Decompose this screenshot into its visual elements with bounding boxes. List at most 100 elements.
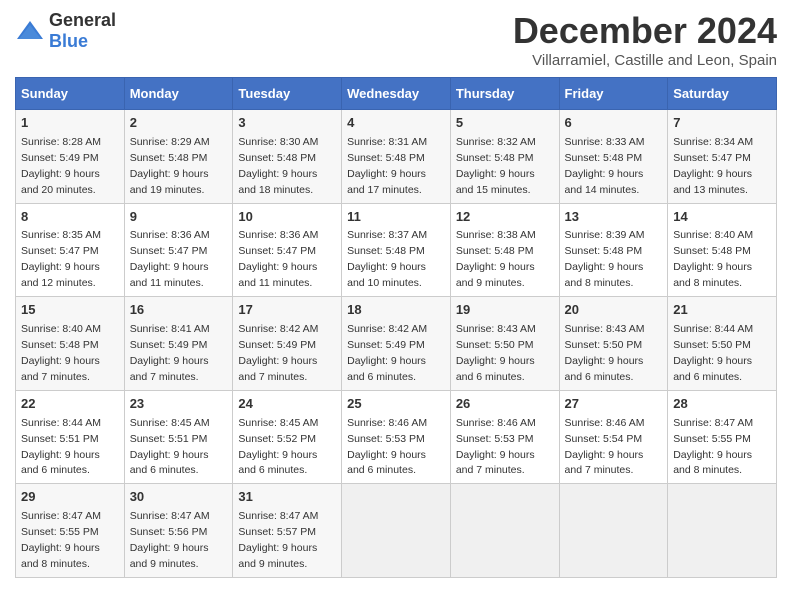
cell-info-line: and 7 minutes. <box>21 371 90 383</box>
calendar-cell: 29Sunrise: 8:47 AMSunset: 5:55 PMDayligh… <box>16 484 125 578</box>
cell-info-line: Daylight: 9 hours <box>238 168 317 180</box>
cell-info-line: and 6 minutes. <box>673 371 742 383</box>
cell-info-line: Sunset: 5:48 PM <box>347 152 425 164</box>
cell-info-line: Sunrise: 8:33 AM <box>565 136 645 148</box>
cell-info-line: Sunset: 5:48 PM <box>456 245 534 257</box>
cell-info-line: Sunset: 5:48 PM <box>673 245 751 257</box>
cell-info-line: Daylight: 9 hours <box>21 261 100 273</box>
cell-info-line: and 6 minutes. <box>21 464 90 476</box>
cell-info-line: Daylight: 9 hours <box>130 261 209 273</box>
cell-info-line: Sunset: 5:48 PM <box>456 152 534 164</box>
day-number: 19 <box>456 301 554 320</box>
day-number: 11 <box>347 208 445 227</box>
cell-info-line: Daylight: 9 hours <box>347 355 426 367</box>
calendar-cell: 3Sunrise: 8:30 AMSunset: 5:48 PMDaylight… <box>233 110 342 204</box>
cell-info-line: Daylight: 9 hours <box>21 168 100 180</box>
cell-info-line: Sunset: 5:48 PM <box>238 152 316 164</box>
day-number: 29 <box>21 488 119 507</box>
day-number: 23 <box>130 395 228 414</box>
calendar-cell: 14Sunrise: 8:40 AMSunset: 5:48 PMDayligh… <box>668 203 777 297</box>
cell-info-line: Sunset: 5:53 PM <box>347 433 425 445</box>
week-row-5: 29Sunrise: 8:47 AMSunset: 5:55 PMDayligh… <box>16 484 777 578</box>
cell-info-line: Sunset: 5:47 PM <box>21 245 99 257</box>
cell-info-line: Sunrise: 8:36 AM <box>238 229 318 241</box>
day-number: 20 <box>565 301 663 320</box>
cell-info-line: Sunrise: 8:47 AM <box>21 510 101 522</box>
cell-info-line: Sunrise: 8:36 AM <box>130 229 210 241</box>
cell-info-line: Daylight: 9 hours <box>130 542 209 554</box>
week-row-4: 22Sunrise: 8:44 AMSunset: 5:51 PMDayligh… <box>16 390 777 484</box>
cell-info-line: and 20 minutes. <box>21 184 96 196</box>
cell-info-line: and 6 minutes. <box>347 371 416 383</box>
cell-info-line: Sunset: 5:48 PM <box>565 152 643 164</box>
day-number: 12 <box>456 208 554 227</box>
cell-info-line: Sunset: 5:51 PM <box>21 433 99 445</box>
calendar-cell: 13Sunrise: 8:39 AMSunset: 5:48 PMDayligh… <box>559 203 668 297</box>
cell-info-line: and 7 minutes. <box>565 464 634 476</box>
cell-info-line: Daylight: 9 hours <box>347 261 426 273</box>
cell-info-line: Sunrise: 8:46 AM <box>347 417 427 429</box>
calendar-cell: 21Sunrise: 8:44 AMSunset: 5:50 PMDayligh… <box>668 297 777 391</box>
calendar-cell: 20Sunrise: 8:43 AMSunset: 5:50 PMDayligh… <box>559 297 668 391</box>
cell-info-line: Sunrise: 8:29 AM <box>130 136 210 148</box>
cell-info-line: Sunset: 5:50 PM <box>673 339 751 351</box>
cell-info-line: and 6 minutes. <box>347 464 416 476</box>
cell-info-line: Daylight: 9 hours <box>238 449 317 461</box>
calendar-cell: 24Sunrise: 8:45 AMSunset: 5:52 PMDayligh… <box>233 390 342 484</box>
calendar-cell: 19Sunrise: 8:43 AMSunset: 5:50 PMDayligh… <box>450 297 559 391</box>
cell-info-line: Sunrise: 8:47 AM <box>130 510 210 522</box>
cell-info-line: Daylight: 9 hours <box>673 261 752 273</box>
day-header-wednesday: Wednesday <box>342 78 451 110</box>
cell-info-line: and 6 minutes. <box>565 371 634 383</box>
week-row-3: 15Sunrise: 8:40 AMSunset: 5:48 PMDayligh… <box>16 297 777 391</box>
cell-info-line: Daylight: 9 hours <box>456 355 535 367</box>
cell-info-line: and 6 minutes. <box>130 464 199 476</box>
day-number: 17 <box>238 301 336 320</box>
calendar-cell: 30Sunrise: 8:47 AMSunset: 5:56 PMDayligh… <box>124 484 233 578</box>
cell-info-line: Daylight: 9 hours <box>130 449 209 461</box>
header-row: SundayMondayTuesdayWednesdayThursdayFrid… <box>16 78 777 110</box>
day-number: 21 <box>673 301 771 320</box>
cell-info-line: Sunrise: 8:42 AM <box>238 323 318 335</box>
day-number: 2 <box>130 114 228 133</box>
logo-icon <box>15 19 45 43</box>
day-number: 26 <box>456 395 554 414</box>
cell-info-line: Daylight: 9 hours <box>456 261 535 273</box>
cell-info-line: Sunset: 5:55 PM <box>673 433 751 445</box>
cell-info-line: and 6 minutes. <box>238 464 307 476</box>
cell-info-line: Sunset: 5:54 PM <box>565 433 643 445</box>
day-header-thursday: Thursday <box>450 78 559 110</box>
cell-info-line: Sunrise: 8:47 AM <box>673 417 753 429</box>
cell-info-line: Daylight: 9 hours <box>130 168 209 180</box>
logo-general: General <box>49 10 116 30</box>
day-number: 18 <box>347 301 445 320</box>
cell-info-line: Sunrise: 8:45 AM <box>130 417 210 429</box>
cell-info-line: Sunset: 5:49 PM <box>238 339 316 351</box>
cell-info-line: Sunrise: 8:45 AM <box>238 417 318 429</box>
cell-info-line: Sunrise: 8:47 AM <box>238 510 318 522</box>
calendar-cell: 12Sunrise: 8:38 AMSunset: 5:48 PMDayligh… <box>450 203 559 297</box>
calendar-cell: 8Sunrise: 8:35 AMSunset: 5:47 PMDaylight… <box>16 203 125 297</box>
day-number: 13 <box>565 208 663 227</box>
cell-info-line: Sunset: 5:48 PM <box>347 245 425 257</box>
calendar-cell: 7Sunrise: 8:34 AMSunset: 5:47 PMDaylight… <box>668 110 777 204</box>
day-number: 28 <box>673 395 771 414</box>
cell-info-line: Sunrise: 8:43 AM <box>456 323 536 335</box>
calendar-cell: 9Sunrise: 8:36 AMSunset: 5:47 PMDaylight… <box>124 203 233 297</box>
cell-info-line: Sunrise: 8:40 AM <box>21 323 101 335</box>
calendar-cell: 17Sunrise: 8:42 AMSunset: 5:49 PMDayligh… <box>233 297 342 391</box>
cell-info-line: Daylight: 9 hours <box>565 449 644 461</box>
day-number: 4 <box>347 114 445 133</box>
cell-info-line: and 11 minutes. <box>130 277 204 289</box>
calendar-table: SundayMondayTuesdayWednesdayThursdayFrid… <box>15 77 777 578</box>
cell-info-line: Daylight: 9 hours <box>130 355 209 367</box>
cell-info-line: and 8 minutes. <box>673 464 742 476</box>
cell-info-line: and 15 minutes. <box>456 184 531 196</box>
cell-info-line: Sunset: 5:47 PM <box>130 245 208 257</box>
calendar-cell: 28Sunrise: 8:47 AMSunset: 5:55 PMDayligh… <box>668 390 777 484</box>
subtitle: Villarramiel, Castille and Leon, Spain <box>513 52 777 69</box>
calendar-cell: 26Sunrise: 8:46 AMSunset: 5:53 PMDayligh… <box>450 390 559 484</box>
cell-info-line: Sunset: 5:48 PM <box>130 152 208 164</box>
cell-info-line: Sunrise: 8:32 AM <box>456 136 536 148</box>
day-number: 30 <box>130 488 228 507</box>
